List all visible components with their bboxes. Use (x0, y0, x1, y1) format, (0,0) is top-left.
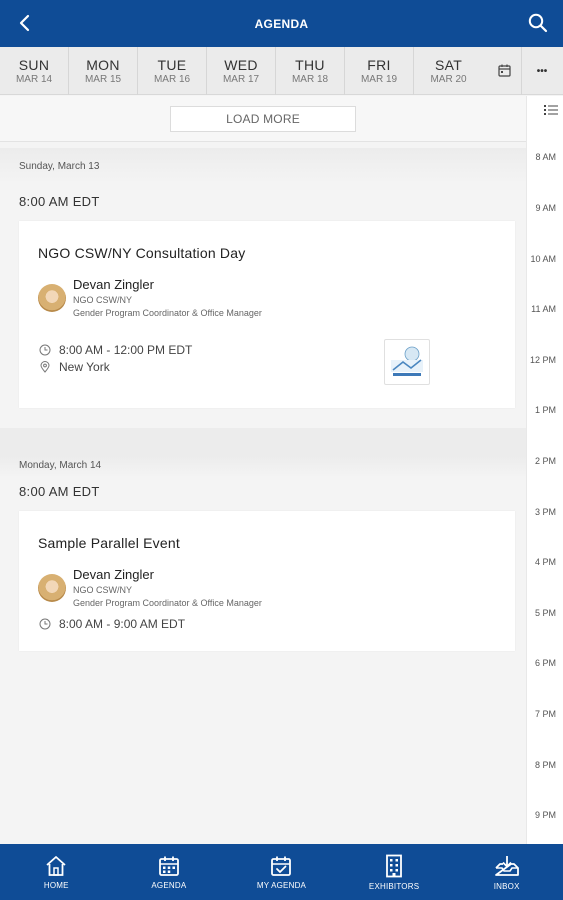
clock-icon (39, 344, 51, 356)
hour-label: 10 AM (530, 254, 556, 264)
chevron-left-icon (19, 14, 30, 32)
speaker-role: Gender Program Coordinator & Office Mana… (73, 598, 262, 608)
day-name: SAT (434, 56, 463, 73)
nav-label: INBOX (493, 881, 520, 891)
nav-home[interactable]: HOME (0, 844, 113, 900)
speaker-org: NGO CSW/NY (73, 295, 133, 305)
day-tab-sun[interactable]: SUN MAR 14 (0, 47, 69, 95)
calendar-icon[interactable] (498, 64, 511, 77)
event-time: 8:00 AM - 12:00 PM EDT (59, 343, 193, 357)
search-button[interactable] (527, 12, 549, 34)
nav-label: EXHIBITORS (368, 881, 420, 891)
nav-exhibitors[interactable]: EXHIBITORS (338, 844, 451, 900)
hour-label: 9 AM (535, 203, 556, 213)
nav-label: MY AGENDA (256, 880, 307, 890)
speaker-org: NGO CSW/NY (73, 585, 133, 595)
speaker-name[interactable]: Devan Zingler (73, 567, 154, 582)
speaker-role: Gender Program Coordinator & Office Mana… (73, 308, 262, 318)
time-slot-header: 8:00 AM EDT (19, 484, 100, 499)
day-section-header: Monday, March 14 (0, 456, 526, 478)
day-date: MAR 19 (360, 73, 398, 85)
hour-label: 7 PM (534, 709, 556, 719)
nav-inbox[interactable]: INBOX (450, 844, 563, 900)
inbox-icon (494, 855, 519, 876)
day-name: MON (86, 56, 120, 73)
hour-label: 3 PM (534, 507, 556, 517)
load-more-button[interactable]: LOAD MORE (170, 105, 356, 132)
time-slot-header: 8:00 AM EDT (19, 194, 100, 209)
event-location: New York (59, 360, 110, 374)
day-date: MAR 17 (222, 73, 260, 85)
agenda-list[interactable]: LOAD MORE Sunday, March 13 8:00 AM EDT N… (0, 96, 526, 844)
event-title: Sample Parallel Event (38, 535, 180, 551)
hour-label: 11 AM (531, 304, 556, 314)
hour-label: 8 AM (535, 152, 556, 162)
list-view-icon[interactable] (544, 104, 558, 116)
hour-label: 5 PM (534, 608, 556, 618)
section-divider (0, 408, 526, 428)
day-name: SUN (18, 56, 50, 73)
clock-icon (39, 618, 51, 630)
search-icon (528, 13, 548, 33)
hour-label: 9 PM (534, 810, 556, 820)
calendar-icon (158, 856, 179, 876)
hour-label: 1 PM (534, 405, 556, 415)
calendar-check-icon (271, 856, 292, 876)
location-pin-icon (40, 361, 50, 373)
hour-label: 4 PM (534, 557, 556, 567)
day-date: MAR 16 (153, 73, 191, 85)
event-card[interactable]: NGO CSW/NY Consultation Day Devan Zingle… (19, 221, 515, 408)
bottom-navigation: HOME AGENDA MY AGENDA EXHIBITORS INBOX (0, 844, 563, 900)
back-button[interactable] (14, 12, 36, 34)
ngo-logo-image (391, 346, 423, 376)
hour-label: 8 PM (534, 760, 556, 770)
page-title: AGENDA (254, 16, 309, 31)
day-tab-tue[interactable]: TUE MAR 16 (138, 47, 207, 95)
hour-label: 12 PM (529, 355, 556, 365)
organization-logo[interactable] (384, 339, 430, 385)
day-section-header: Sunday, March 13 (0, 148, 526, 184)
event-card[interactable]: Sample Parallel Event Devan Zingler NGO … (19, 511, 515, 651)
day-selector: SUN MAR 14 MON MAR 15 TUE MAR 16 WED MAR… (0, 47, 563, 95)
building-icon (386, 854, 402, 877)
nav-agenda[interactable]: AGENDA (113, 844, 226, 900)
load-more-bar: LOAD MORE (0, 96, 526, 142)
day-tab-mon[interactable]: MON MAR 15 (69, 47, 138, 95)
nav-label: AGENDA (151, 880, 187, 890)
avatar[interactable] (38, 284, 66, 312)
more-icon: ••• (536, 65, 548, 77)
hour-label: 6 PM (534, 658, 556, 668)
day-date: MAR 15 (84, 73, 122, 85)
day-tab-fri[interactable]: FRI MAR 19 (345, 47, 414, 95)
day-name: THU (295, 56, 325, 73)
event-time: 8:00 AM - 9:00 AM EDT (59, 617, 186, 631)
hour-label: 2 PM (534, 456, 556, 466)
nav-my-agenda[interactable]: MY AGENDA (225, 844, 338, 900)
day-tab-sat[interactable]: SAT MAR 20 (414, 47, 522, 95)
speaker-name[interactable]: Devan Zingler (73, 277, 154, 292)
day-date: MAR 20 (430, 73, 467, 85)
day-date: MAR 18 (291, 73, 329, 85)
day-name: FRI (367, 56, 391, 73)
day-name: WED (224, 56, 258, 73)
day-name: TUE (157, 56, 187, 73)
more-menu-button[interactable]: ••• (522, 47, 562, 95)
avatar[interactable] (38, 574, 66, 602)
day-date: MAR 14 (15, 73, 53, 85)
event-title: NGO CSW/NY Consultation Day (38, 245, 246, 261)
home-icon (46, 855, 66, 876)
day-tab-thu[interactable]: THU MAR 18 (276, 47, 345, 95)
day-tab-wed[interactable]: WED MAR 17 (207, 47, 276, 95)
top-bar: AGENDA (0, 0, 563, 47)
nav-label: HOME (43, 880, 69, 890)
hour-rail[interactable]: 8 AM 9 AM 10 AM 11 AM 12 PM 1 PM 2 PM 3 … (526, 96, 563, 844)
